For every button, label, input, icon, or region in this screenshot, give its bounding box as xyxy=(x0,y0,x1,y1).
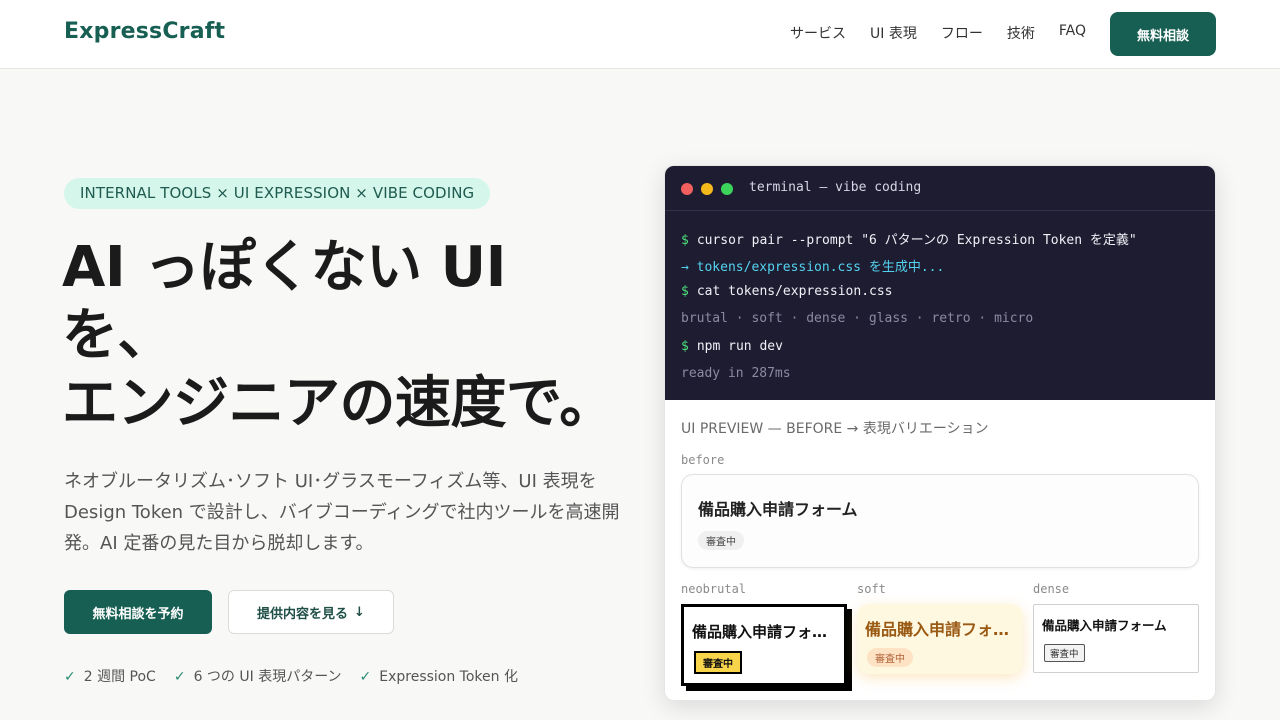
preview-title: UI PREVIEW — BEFORE → 表現バリエーション xyxy=(681,421,989,437)
view-offerings-label: 提供内容を見る xyxy=(257,606,349,622)
terminal-line: ready in 287ms xyxy=(681,366,791,381)
variant-label-neobrutal: neobrutal xyxy=(681,582,747,596)
prompt-symbol: $ xyxy=(681,339,689,354)
terminal-title: terminal — vibe coding xyxy=(749,180,922,195)
hero-headline: AI っぽくない UI を、 エンジニアの速度で。 xyxy=(62,234,622,438)
check-icon: ✓ xyxy=(173,669,186,685)
terminal-command: cat tokens/expression.css xyxy=(696,284,893,299)
demo-card: terminal — vibe coding $ cursor pair --pr… xyxy=(664,165,1216,701)
terminal-window: terminal — vibe coding $ cursor pair --pr… xyxy=(665,166,1215,400)
form-title: 備品購入申請フォーム xyxy=(1042,618,1167,633)
free-consultation-button[interactable]: 無料相談 xyxy=(1110,12,1216,56)
prompt-symbol: $ xyxy=(681,284,689,299)
terminal-titlebar: terminal — vibe coding xyxy=(665,166,1215,211)
terminal-line: $ cat tokens/expression.css xyxy=(681,284,893,299)
terminal-command: npm run dev xyxy=(696,339,783,354)
headline-line-2: を、 xyxy=(62,303,174,368)
feature-item: ✓ 2 週間 PoC xyxy=(64,666,156,686)
nav-item-flow[interactable]: フロー xyxy=(941,23,983,43)
form-title: 備品購入申請フォーム xyxy=(698,500,858,519)
close-dot-icon xyxy=(681,183,693,195)
hero-pill-badge: INTERNAL TOOLS × UI EXPRESSION × VIBE CO… xyxy=(64,178,491,209)
minimize-dot-icon xyxy=(701,183,713,195)
variant-label-soft: soft xyxy=(857,582,886,596)
terminal-line: $ cursor pair --prompt "6 パターンの Expressio… xyxy=(681,229,1137,248)
feature-label: Expression Token 化 xyxy=(379,669,518,685)
before-label: before xyxy=(681,453,725,467)
nav-item-faq[interactable]: FAQ xyxy=(1059,23,1086,43)
feature-item: ✓ 6 つの UI 表現パターン xyxy=(174,666,342,686)
form-title: 備品購入申請フォーム xyxy=(865,620,1015,639)
status-badge: 審査中 xyxy=(867,648,913,667)
hero-lead-text: ネオブルータリズム･ソフト UI･グラスモーフィズム等、UI 表現を Desig… xyxy=(64,471,620,554)
book-consultation-button[interactable]: 無料相談を予約 xyxy=(64,590,212,634)
variant-card-neobrutal: 備品購入申請フォーム 審査中 xyxy=(681,604,847,686)
status-badge: 審査中 xyxy=(1044,644,1085,662)
feature-list: ✓ 2 週間 PoC ✓ 6 つの UI 表現パターン ✓ Expression To… xyxy=(64,666,518,686)
status-badge: 審査中 xyxy=(698,531,744,550)
feature-label: 6 つの UI 表現パターン xyxy=(193,669,342,685)
form-title: 備品購入申請フォーム xyxy=(692,623,838,641)
nav-item-tech[interactable]: 技術 xyxy=(1007,23,1035,43)
main-nav: サービス UI 表現 フロー 技術 FAQ xyxy=(790,23,1086,43)
feature-item: ✓ Expression Token 化 xyxy=(360,666,518,686)
prompt-symbol: $ xyxy=(681,233,689,248)
variant-card-dense: 備品購入申請フォーム 審査中 xyxy=(1033,604,1199,673)
logo[interactable]: ExpressCraft xyxy=(64,19,225,44)
check-icon: ✓ xyxy=(64,669,76,685)
headline-line-1: AI っぽくない UI xyxy=(62,235,506,300)
feature-label: 2 週間 PoC xyxy=(83,669,156,685)
terminal-line: → tokens/expression.css を生成中... xyxy=(681,260,945,275)
arrow-down-icon: ↓ xyxy=(354,604,365,620)
maximize-dot-icon xyxy=(721,183,733,195)
status-badge: 審査中 xyxy=(694,651,742,674)
headline-line-3: エンジニアの速度で。 xyxy=(62,371,615,436)
view-offerings-button[interactable]: 提供内容を見る ↓ xyxy=(228,590,394,634)
terminal-line: brutal · soft · dense · glass · retro · … xyxy=(681,311,1034,326)
variant-card-soft: 備品購入申請フォーム 審査中 xyxy=(857,604,1023,674)
terminal-line: $ npm run dev xyxy=(681,339,783,354)
terminal-command: cursor pair --prompt "6 パターンの Expression… xyxy=(696,233,1137,248)
before-form-card: 備品購入申請フォーム 審査中 xyxy=(681,474,1199,568)
site-header: ExpressCraft サービス UI 表現 フロー 技術 FAQ 無料相談 xyxy=(0,0,1280,69)
variant-label-dense: dense xyxy=(1033,582,1070,596)
check-icon: ✓ xyxy=(359,669,372,685)
nav-item-ui-expression[interactable]: UI 表現 xyxy=(870,23,917,43)
nav-item-services[interactable]: サービス xyxy=(790,23,846,43)
